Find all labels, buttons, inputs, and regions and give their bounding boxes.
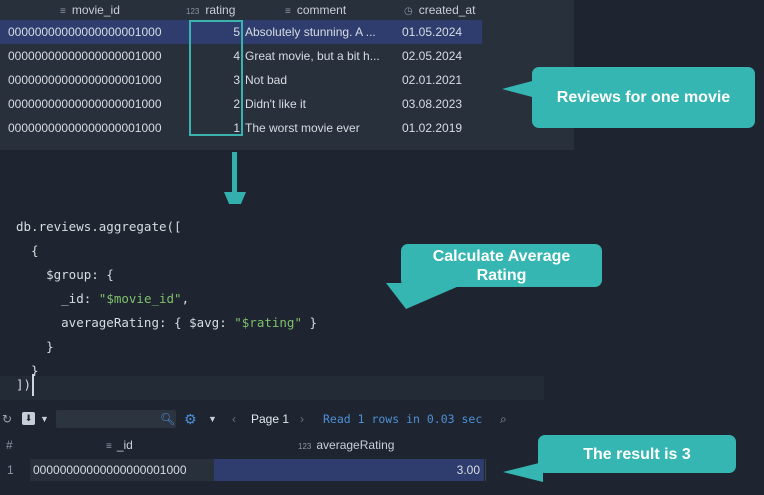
numeric-123-icon: 123 (186, 7, 200, 16)
cell-created-at[interactable]: 02.01.2021 (402, 68, 480, 92)
column-header-comment[interactable]: ≡ comment (285, 0, 346, 20)
column-divider (485, 459, 486, 481)
cell-comment[interactable]: Not bad (245, 68, 393, 92)
cell-comment[interactable]: Didn't like it (245, 92, 393, 116)
cell-movie-id[interactable]: 00000000000000000001000 (8, 116, 184, 140)
column-header-created-at[interactable]: ◷ created_at (404, 0, 475, 20)
code-line: $group: { (16, 267, 114, 282)
reviews-grid: ≡ movie_id 123 rating ≡ comment ◷ created_at… (0, 0, 574, 150)
cell-created-at[interactable]: 01.02.2019 (402, 116, 480, 140)
filter-input[interactable] (56, 410, 176, 428)
column-header-movie-id[interactable]: ≡ movie_id (60, 0, 120, 20)
callout-average: Calculate Average Rating (401, 244, 602, 287)
cell-movie-id[interactable]: 00000000000000000001000 (8, 68, 184, 92)
chevron-down-icon[interactable]: ▼ (208, 406, 217, 432)
editor-footer (0, 376, 544, 400)
cell-movie-id[interactable]: 00000000000000000001000 (8, 92, 184, 116)
code-line: _id: "$movie_id", (16, 291, 190, 306)
cell-movie-id[interactable]: 00000000000000000001000 (8, 44, 184, 68)
callout-pointer (502, 80, 536, 98)
down-arrow-stem (232, 152, 237, 194)
table-row[interactable]: 00000000000000000001000 3 Not bad 02.01.… (0, 68, 574, 92)
code-line: { (16, 243, 39, 258)
column-header-id[interactable]: ≡ _id (106, 438, 133, 452)
next-page-icon[interactable]: › (300, 406, 304, 432)
callout-reviews: Reviews for one movie (532, 67, 755, 128)
cell-comment[interactable]: The worst movie ever (245, 116, 393, 140)
table-row[interactable]: 00000000000000000001000 2 Didn't like it… (0, 92, 574, 116)
previous-page-icon[interactable]: ‹ (232, 406, 236, 432)
cell-average-rating[interactable]: 3.00 (420, 463, 480, 477)
cell-id[interactable]: 00000000000000000001000 (33, 463, 187, 477)
code-line: db.reviews.aggregate([ (16, 219, 182, 234)
refresh-icon[interactable]: ↻ (2, 406, 12, 432)
cell-created-at[interactable]: 01.05.2024 (402, 20, 480, 44)
callout-pointer (503, 462, 543, 482)
cell-created-at[interactable]: 02.05.2024 (402, 44, 480, 68)
cell-comment[interactable]: Great movie, but a bit h... (245, 44, 393, 68)
page-indicator: Page 1 (251, 412, 290, 426)
cell-created-at[interactable]: 03.08.2023 (402, 92, 480, 116)
code-line: averageRating: { $avg: "$rating" } (16, 315, 318, 330)
table-row[interactable]: 00000000000000000001000 4 Great movie, b… (0, 44, 574, 68)
row-index: 1 (7, 463, 14, 477)
text-lines-icon: ≡ (60, 6, 66, 17)
zoom-search-icon[interactable]: ⌕ (500, 406, 507, 432)
gear-icon[interactable]: ⚙ (184, 406, 197, 432)
cell-comment[interactable]: Absolutely stunning. A ... (245, 20, 393, 44)
numeric-123-icon: 123 (298, 442, 312, 451)
search-icon[interactable]: 🔍︎ (160, 406, 175, 432)
chevron-down-icon[interactable]: ▼ (40, 406, 49, 432)
code-line: } (16, 339, 54, 354)
text-lines-icon: ≡ (285, 6, 291, 17)
table-row[interactable]: 00000000000000000001000 1 The worst movi… (0, 116, 574, 140)
download-icon[interactable]: ⬇ (22, 412, 35, 425)
code-line-last: ]) (16, 377, 32, 392)
column-header-average-rating[interactable]: 123 averageRating (298, 438, 394, 452)
text-cursor (32, 374, 34, 396)
status-text: Read 1 rows in 0.03 sec (323, 412, 483, 426)
results-toolbar: ↻ ⬇ ▼ 🔍︎ ⚙ ▼ ‹ Page 1 › Read 1 rows in 0… (0, 406, 544, 432)
column-header-rating[interactable]: 123 rating (186, 0, 235, 20)
cell-movie-id[interactable]: 00000000000000000001000 (8, 20, 184, 44)
rating-highlight-box (189, 20, 243, 136)
callout-result: The result is 3 (538, 435, 736, 473)
clock-icon: ◷ (404, 6, 413, 17)
text-lines-icon: ≡ (106, 441, 112, 452)
row-index-header: # (6, 438, 13, 452)
